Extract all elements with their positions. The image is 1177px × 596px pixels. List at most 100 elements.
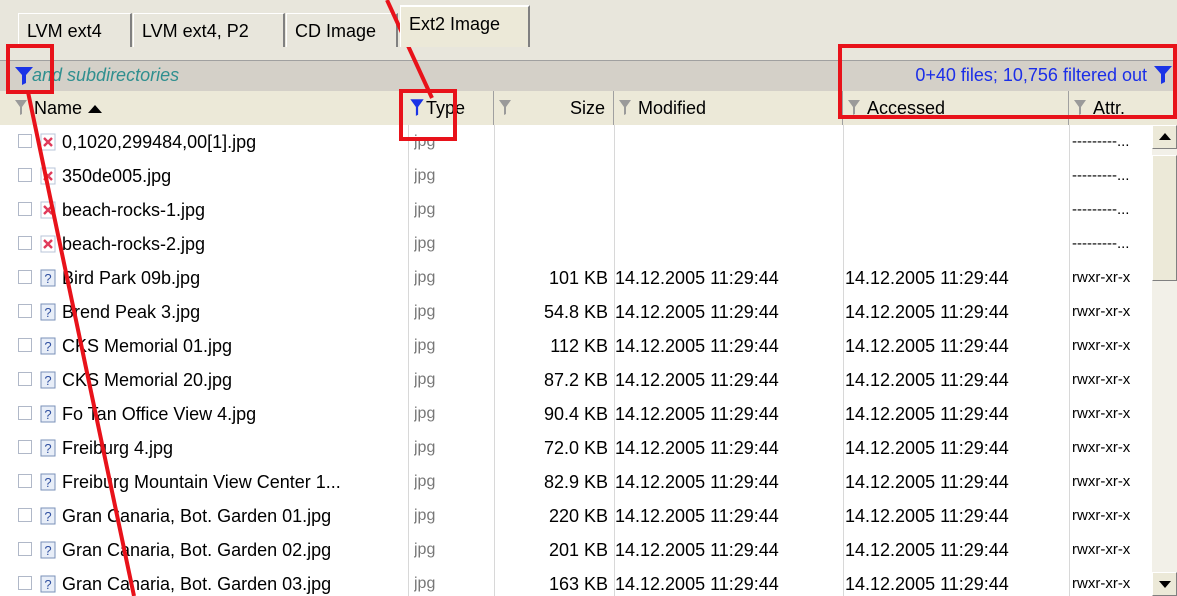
file-row[interactable]: beach-rocks-1.jpg jpg ---------... xyxy=(0,193,1152,227)
size-filter-icon[interactable] xyxy=(498,98,512,116)
vertical-scrollbar[interactable] xyxy=(1152,125,1177,596)
name-filter-icon[interactable] xyxy=(14,98,28,116)
file-row[interactable]: beach-rocks-2.jpg jpg ---------... xyxy=(0,227,1152,261)
file-attributes: rwxr-xr-x xyxy=(1072,575,1131,592)
modified-filter-icon[interactable] xyxy=(618,98,632,116)
file-row[interactable]: ? Fo Tan Office View 4.jpg jpg 90.4 KB 14.12… xyxy=(0,397,1152,431)
file-accessed: 14.12.2005 11:29:44 xyxy=(845,370,1009,390)
file-row[interactable]: ? CKS Memorial 20.jpg jpg 87.2 KB 14.12.2005… xyxy=(0,363,1152,397)
row-checkbox[interactable] xyxy=(18,168,32,182)
file-modified: 14.12.2005 11:29:44 xyxy=(615,404,779,424)
file-row[interactable]: ? Bird Park 09b.jpg jpg 101 KB 14.12.2005 11… xyxy=(0,261,1152,295)
svg-text:?: ? xyxy=(44,407,51,422)
file-name: CKS Memorial 01.jpg xyxy=(62,336,233,356)
row-checkbox[interactable] xyxy=(18,236,32,250)
question-icon: ? xyxy=(40,541,56,559)
file-row[interactable]: ? Gran Canaria, Bot. Garden 02.jpg jpg 201 … xyxy=(0,533,1152,567)
file-name: Bird Park 09b.jpg xyxy=(62,268,201,288)
row-checkbox[interactable] xyxy=(18,576,32,590)
file-attributes: rwxr-xr-x xyxy=(1072,541,1131,558)
row-checkbox[interactable] xyxy=(18,304,32,318)
file-modified: 14.12.2005 11:29:44 xyxy=(615,574,779,594)
file-row[interactable]: ? Freiburg Mountain View Center 1... jpg 82… xyxy=(0,465,1152,499)
file-list: 0,1020,299484,00[1].jpg jpg ---------... 35… xyxy=(0,125,1152,596)
row-checkbox[interactable] xyxy=(18,372,32,386)
file-accessed: 14.12.2005 11:29:44 xyxy=(845,574,1009,594)
file-size: 101 KB xyxy=(548,268,608,288)
file-name: Brend Peak 3.jpg xyxy=(62,302,201,322)
svg-text:?: ? xyxy=(44,441,51,456)
row-checkbox[interactable] xyxy=(18,508,32,522)
file-row[interactable]: ? Brend Peak 3.jpg jpg 54.8 KB 14.12.2005 11… xyxy=(0,295,1152,329)
file-name: Gran Canaria, Bot. Garden 02.jpg xyxy=(62,540,332,560)
file-type: jpg xyxy=(414,303,436,320)
row-checkbox[interactable] xyxy=(18,542,32,556)
file-attributes: ---------... xyxy=(1072,201,1130,218)
row-checkbox[interactable] xyxy=(18,134,32,148)
file-type: jpg xyxy=(414,541,436,558)
scroll-down-button[interactable] xyxy=(1152,572,1177,596)
file-attributes: rwxr-xr-x xyxy=(1072,269,1131,286)
file-type: jpg xyxy=(414,405,436,422)
file-size: 201 KB xyxy=(548,540,608,560)
file-modified: 14.12.2005 11:29:44 xyxy=(615,302,779,322)
file-name: beach-rocks-2.jpg xyxy=(62,234,206,254)
file-row[interactable]: ? Gran Canaria, Bot. Garden 03.jpg jpg 163 … xyxy=(0,567,1152,596)
row-checkbox[interactable] xyxy=(18,338,32,352)
scroll-thumb[interactable] xyxy=(1152,155,1177,281)
file-attributes: ---------... xyxy=(1072,235,1130,252)
file-attributes: rwxr-xr-x xyxy=(1072,405,1131,422)
file-size: 82.9 KB xyxy=(543,472,608,492)
file-attributes: rwxr-xr-x xyxy=(1072,337,1131,354)
svg-text:?: ? xyxy=(44,271,51,286)
file-size: 163 KB xyxy=(548,574,608,594)
svg-text:?: ? xyxy=(44,373,51,388)
row-checkbox[interactable] xyxy=(18,474,32,488)
file-row[interactable]: 350de005.jpg jpg ---------... xyxy=(0,159,1152,193)
column-name[interactable]: Name xyxy=(0,91,400,125)
file-accessed: 14.12.2005 11:29:44 xyxy=(845,506,1009,526)
row-checkbox[interactable] xyxy=(18,406,32,420)
arrow-up-icon xyxy=(1159,133,1171,140)
question-icon: ? xyxy=(40,575,56,593)
svg-text:?: ? xyxy=(44,577,51,592)
file-modified: 14.12.2005 11:29:44 xyxy=(615,472,779,492)
file-row[interactable]: ? CKS Memorial 01.jpg jpg 112 KB 14.12.2005 … xyxy=(0,329,1152,363)
file-row[interactable]: ? Freiburg 4.jpg jpg 72.0 KB 14.12.2005 11:2… xyxy=(0,431,1152,465)
file-name: Freiburg 4.jpg xyxy=(62,438,174,458)
svg-text:?: ? xyxy=(44,543,51,558)
column-modified[interactable]: Modified xyxy=(614,91,843,125)
question-icon: ? xyxy=(40,269,56,287)
file-attributes: ---------... xyxy=(1072,167,1130,184)
column-size[interactable]: Size xyxy=(494,91,614,125)
file-type: jpg xyxy=(414,337,436,354)
file-row[interactable]: 0,1020,299484,00[1].jpg jpg ---------... xyxy=(0,125,1152,159)
tab-cd-image[interactable]: CD Image xyxy=(286,13,398,47)
file-accessed: 14.12.2005 11:29:44 xyxy=(845,302,1009,322)
file-attributes: rwxr-xr-x xyxy=(1072,439,1131,456)
file-name: Freiburg Mountain View Center 1... xyxy=(62,472,341,492)
annotation-box-recursive xyxy=(6,44,54,94)
file-type: jpg xyxy=(414,371,436,388)
file-row[interactable]: ? Gran Canaria, Bot. Garden 01.jpg jpg 220 … xyxy=(0,499,1152,533)
file-attributes: rwxr-xr-x xyxy=(1072,473,1131,490)
row-checkbox[interactable] xyxy=(18,202,32,216)
file-attributes: rwxr-xr-x xyxy=(1072,507,1131,524)
scroll-up-button[interactable] xyxy=(1152,125,1177,149)
file-name: 0,1020,299484,00[1].jpg xyxy=(62,132,257,152)
tab-lvm-ext4-p2[interactable]: LVM ext4, P2 xyxy=(133,13,285,47)
row-checkbox[interactable] xyxy=(18,440,32,454)
file-name: CKS Memorial 20.jpg xyxy=(62,370,233,390)
file-modified: 14.12.2005 11:29:44 xyxy=(615,438,779,458)
tab-lvm-ext4[interactable]: LVM ext4 xyxy=(18,13,132,47)
tab-ext2-image[interactable]: Ext2 Image xyxy=(400,5,530,47)
file-name: Gran Canaria, Bot. Garden 01.jpg xyxy=(62,506,332,526)
file-accessed: 14.12.2005 11:29:44 xyxy=(845,438,1009,458)
question-icon: ? xyxy=(40,473,56,491)
svg-text:?: ? xyxy=(44,475,51,490)
column-name-label: Name xyxy=(34,98,83,118)
question-icon: ? xyxy=(40,337,56,355)
row-checkbox[interactable] xyxy=(18,270,32,284)
file-type: jpg xyxy=(414,439,436,456)
subdirectories-label: and subdirectories xyxy=(32,65,180,85)
